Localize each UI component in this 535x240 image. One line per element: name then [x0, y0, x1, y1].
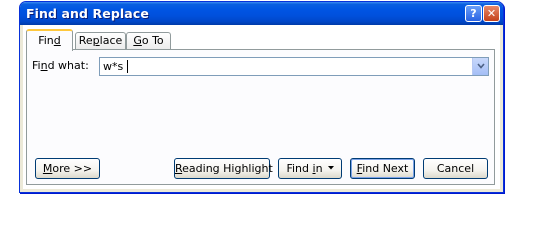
reading-label-rest: eading Highlight — [182, 162, 273, 175]
tab-goto-label-rest: o To — [141, 34, 164, 47]
find-what-label: Find what: — [32, 59, 89, 72]
cancel-button[interactable]: Cancel — [423, 158, 488, 179]
more-label-rest: ore >> — [52, 162, 93, 175]
tab-find[interactable]: Find — [26, 29, 73, 51]
tab-replace-label-rest: lace — [99, 34, 123, 47]
dropdown-arrow-icon — [327, 166, 334, 170]
find-in-button[interactable]: Find in — [278, 158, 342, 179]
tab-replace-label: Re — [78, 34, 93, 47]
findin-label-rest: n — [315, 162, 323, 175]
tab-go-to[interactable]: Go To — [126, 32, 171, 49]
tab-replace[interactable]: Replace — [75, 32, 126, 49]
find-what-input[interactable]: w*s — [99, 57, 489, 76]
tab-replace-accel: p — [92, 34, 100, 47]
tab-find-label: Fin — [38, 34, 54, 47]
title-bar[interactable]: Find and Replace ? ✕ — [20, 2, 503, 25]
cancel-label: Cancel — [436, 162, 475, 175]
find-what-label-rest: d what: — [47, 59, 89, 72]
tab-goto-accel: G — [133, 34, 142, 47]
findin-label: Find — [286, 162, 313, 175]
find-what-label-part: Fi — [32, 59, 41, 72]
findnext-label-rest: ind Next — [362, 162, 409, 175]
chevron-down-icon — [477, 63, 485, 69]
find-next-button[interactable]: Find Next — [350, 158, 415, 179]
close-icon[interactable]: ✕ — [483, 5, 500, 22]
find-what-value: w*s — [103, 60, 124, 73]
help-icon[interactable]: ? — [465, 5, 482, 22]
find-replace-dialog: Find and Replace ? ✕ Find Replace Go To … — [19, 1, 504, 193]
window-title: Find and Replace — [26, 6, 149, 21]
tab-find-accel: d — [53, 34, 61, 47]
find-what-dropdown-button[interactable] — [472, 58, 488, 75]
reading-highlight-button[interactable]: Reading Highlight — [174, 158, 284, 179]
more-accel: M — [42, 162, 53, 175]
text-caret — [127, 60, 128, 73]
find-what-accel: n — [40, 59, 48, 72]
more-button[interactable]: More >> — [35, 158, 100, 179]
